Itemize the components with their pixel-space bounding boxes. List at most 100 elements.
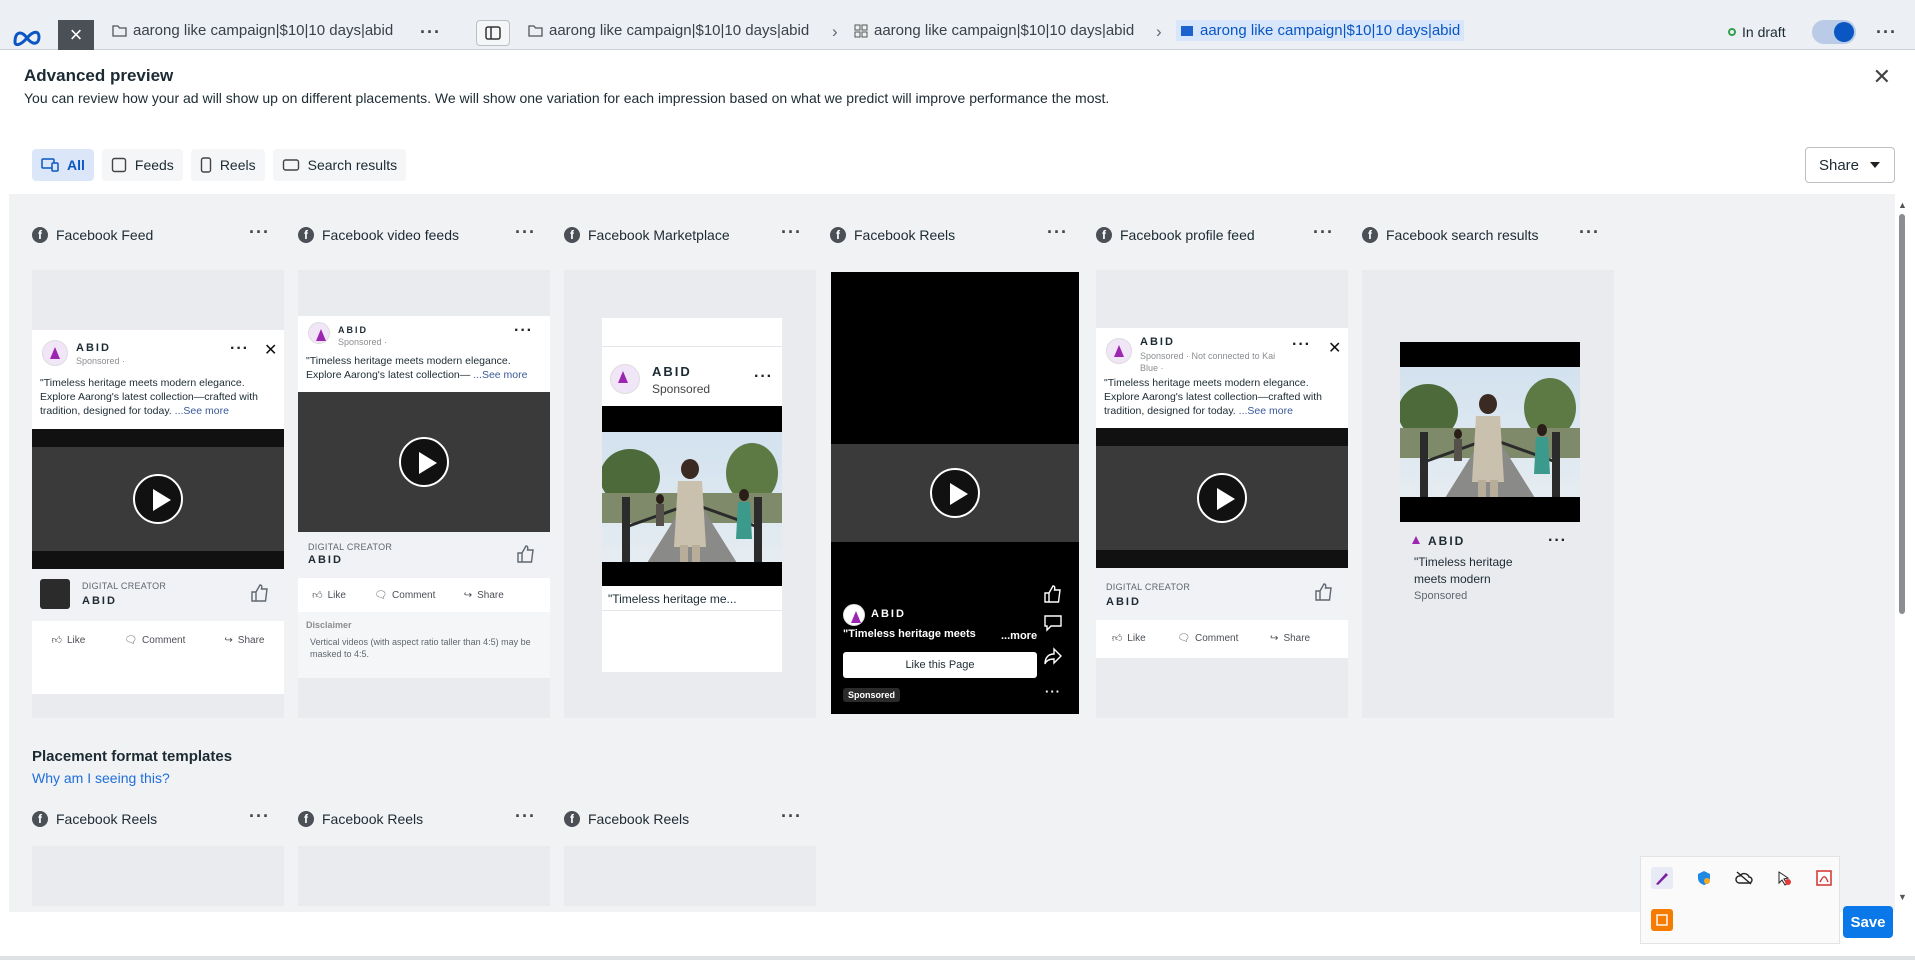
post-more-button[interactable]: ··· xyxy=(1292,336,1311,354)
toggle-panel-button[interactable] xyxy=(476,20,510,46)
pdf-extension-icon[interactable] xyxy=(1813,867,1835,889)
breadcrumb-label: aarong like campaign|$10|10 days|abid xyxy=(874,22,1135,39)
video-feed-post: ABID Sponsored · ··· "Timeless heritage … xyxy=(298,316,550,678)
share-action[interactable]: ↪ Share xyxy=(464,590,504,601)
share-icon[interactable] xyxy=(1043,646,1063,666)
why-seeing-this-link[interactable]: Why am I seeing this? xyxy=(32,770,170,786)
post-more-button[interactable]: ··· xyxy=(754,368,773,386)
dialog-close-button[interactable]: ✕ xyxy=(1873,64,1891,90)
placement-more-button[interactable]: ··· xyxy=(1579,222,1600,243)
placement-more-button[interactable]: ··· xyxy=(515,806,536,827)
breadcrumb-adset[interactable]: aarong like campaign|$10|10 days|abid xyxy=(854,22,1134,39)
vertical-scrollbar[interactable]: ▲ ▼ xyxy=(1897,200,1909,902)
save-button[interactable]: Save xyxy=(1843,906,1893,938)
placement-more-button[interactable]: ··· xyxy=(515,222,536,243)
breadcrumb-more-button[interactable]: ··· xyxy=(420,22,441,43)
like-page-icon[interactable] xyxy=(1314,582,1334,602)
play-icon[interactable] xyxy=(133,474,183,524)
cursor-extension-icon[interactable] xyxy=(1773,867,1795,889)
like-page-icon[interactable] xyxy=(516,544,536,564)
translate-extension-icon[interactable] xyxy=(1651,909,1673,931)
placement-more-button[interactable]: ··· xyxy=(249,806,270,827)
ad-image[interactable] xyxy=(1400,342,1580,522)
divider xyxy=(602,610,782,611)
grid-icon xyxy=(854,24,868,37)
reels-more-link[interactable]: ...more xyxy=(1001,630,1037,642)
reels-more-button[interactable]: ··· xyxy=(1045,684,1061,699)
post-more-button[interactable]: ··· xyxy=(230,340,249,358)
filter-all[interactable]: All xyxy=(32,149,94,181)
reels-icon xyxy=(200,157,212,173)
placement-more-button[interactable]: ··· xyxy=(781,806,802,827)
ad-video[interactable] xyxy=(32,429,284,569)
placement-header: f Facebook search results ··· xyxy=(1362,222,1614,246)
ad-primary-text: "Timeless heritage meets modern elegance… xyxy=(1104,376,1342,418)
dialog-title: Advanced preview xyxy=(24,66,174,85)
placement-more-button[interactable]: ··· xyxy=(1313,222,1334,243)
see-more-link[interactable]: ...See more xyxy=(473,369,527,381)
page-name: ABID xyxy=(76,342,111,354)
scroll-up-arrow-icon[interactable]: ▲ xyxy=(1898,200,1907,210)
ad-image[interactable] xyxy=(602,406,782,586)
ad-video[interactable] xyxy=(831,444,1079,542)
post-more-button[interactable]: ··· xyxy=(1548,532,1567,550)
ad-video[interactable] xyxy=(298,392,550,532)
like-action[interactable]: 👍︎ Like xyxy=(1112,632,1146,645)
cta-bar: DIGITAL CREATOR ABID xyxy=(32,569,284,621)
placement-more-button[interactable]: ··· xyxy=(249,222,270,243)
share-preview-button[interactable]: Share xyxy=(1805,147,1895,183)
scrollbar-thumb[interactable] xyxy=(1899,214,1905,614)
breadcrumb-ad-set[interactable]: aarong like campaign|$10|10 days|abid xyxy=(112,22,393,39)
templates-section-title: Placement format templates xyxy=(32,748,233,765)
placement-more-button[interactable]: ··· xyxy=(781,222,802,243)
breadcrumb-ad-selected[interactable]: aarong like campaign|$10|10 days|abid xyxy=(1176,20,1465,41)
divider xyxy=(602,346,782,347)
like-page-icon[interactable] xyxy=(250,583,270,603)
cloud-off-extension-icon[interactable] xyxy=(1733,867,1755,889)
filter-search-results[interactable]: Search results xyxy=(272,149,407,181)
play-icon[interactable] xyxy=(399,437,449,487)
template-facebook-reels: f Facebook Reels ··· xyxy=(298,806,550,906)
scroll-down-arrow-icon[interactable]: ▼ xyxy=(1898,892,1907,902)
page-name: ABID xyxy=(652,364,692,379)
sponsored-label: Sponsored · Not connected to Kai Blue · xyxy=(1140,351,1276,373)
filter-reels[interactable]: Reels xyxy=(190,149,265,181)
hide-post-icon[interactable]: ✕ xyxy=(1328,338,1341,358)
ad-video[interactable] xyxy=(1096,428,1348,568)
see-more-link[interactable]: ...See more xyxy=(1239,405,1293,417)
cta-category: DIGITAL CREATOR xyxy=(82,581,167,591)
cta-category: DIGITAL CREATOR xyxy=(308,542,393,552)
breadcrumb-label: aarong like campaign|$10|10 days|abid xyxy=(1200,22,1461,39)
comment-action[interactable]: 🗨︎ Comment xyxy=(1177,633,1238,644)
placement-header: f Facebook Reels ··· xyxy=(298,806,550,830)
like-label: Like xyxy=(327,589,346,601)
play-icon[interactable] xyxy=(1197,473,1247,523)
placement-more-button[interactable]: ··· xyxy=(1047,222,1068,243)
like-icon[interactable] xyxy=(1043,584,1063,604)
see-more-link[interactable]: ...See more xyxy=(175,405,229,417)
share-action[interactable]: ↪ Share xyxy=(224,635,264,646)
pen-extension-icon[interactable] xyxy=(1651,867,1673,889)
share-action[interactable]: ↪ Share xyxy=(1270,633,1310,644)
page-name: ABID xyxy=(1428,534,1466,548)
shield-extension-icon[interactable] xyxy=(1693,867,1715,889)
like-action[interactable]: 👍︎ Like xyxy=(52,634,86,647)
comment-icon[interactable] xyxy=(1043,612,1063,632)
topbar-more-button[interactable]: ··· xyxy=(1876,22,1897,43)
search-results-icon xyxy=(282,159,299,171)
filter-feeds[interactable]: Feeds xyxy=(101,149,183,181)
placement-facebook-reels: f Facebook Reels ··· ABID "Timeless heri… xyxy=(830,222,1082,714)
page-thumbnail xyxy=(40,579,70,609)
placement-title: Facebook Marketplace xyxy=(588,227,730,243)
video-letterbox xyxy=(1096,550,1348,568)
comment-action[interactable]: 🗨︎ Comment xyxy=(374,590,435,601)
breadcrumb-campaign[interactable]: aarong like campaign|$10|10 days|abid xyxy=(528,22,809,39)
ad-on-off-toggle[interactable] xyxy=(1812,20,1856,44)
close-editor-button[interactable]: × xyxy=(58,20,94,50)
comment-action[interactable]: 🗨︎ Comment xyxy=(124,635,185,646)
hide-post-icon[interactable]: ✕ xyxy=(264,340,277,360)
like-action[interactable]: 👍︎ Like xyxy=(312,589,346,602)
play-icon[interactable] xyxy=(930,468,980,518)
like-page-button[interactable]: Like this Page xyxy=(843,652,1037,678)
post-more-button[interactable]: ··· xyxy=(514,322,533,340)
